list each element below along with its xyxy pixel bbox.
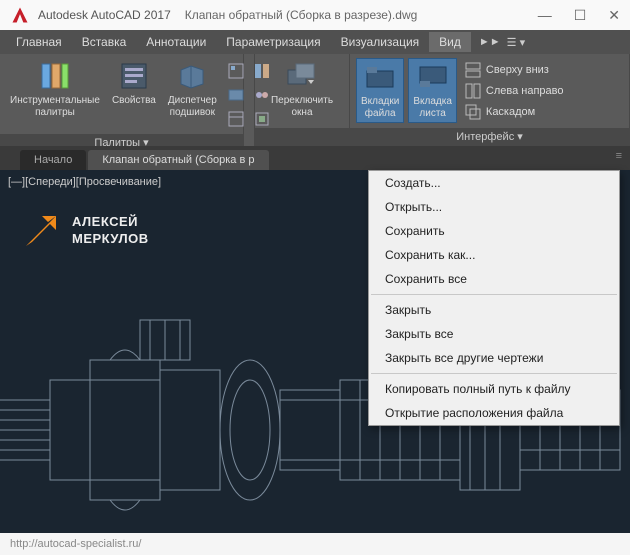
small-btn-2[interactable] <box>225 84 247 106</box>
app-logo-icon <box>10 5 30 25</box>
titlebar: Autodesk AutoCAD 2017 Клапан обратный (С… <box>0 0 630 30</box>
chevron-down-icon: ▾ <box>517 128 523 146</box>
properties-button[interactable]: Свойства <box>108 58 160 109</box>
ribbon-tabs: Главная Вставка Аннотации Параметризация… <box>0 30 630 54</box>
app-name: Autodesk AutoCAD 2017 <box>38 8 171 22</box>
cascade[interactable]: Каскадом <box>461 102 568 122</box>
layout-tab-icon <box>417 61 449 93</box>
separator <box>371 294 617 295</box>
properties-icon <box>118 60 150 92</box>
layout-tab-button[interactable]: Вкладка листа <box>408 58 457 123</box>
ctx-close-all[interactable]: Закрыть все <box>369 322 619 346</box>
watermark: АЛЕКСЕЙ МЕРКУЛОВ <box>20 210 149 252</box>
tool-palettes-button[interactable]: Инструментальные палитры <box>6 58 104 121</box>
sheetset-icon <box>176 60 208 92</box>
ctx-open[interactable]: Открыть... <box>369 195 619 219</box>
small-btn-1[interactable] <box>225 60 247 82</box>
doc-tab-current[interactable]: Клапан обратный (Сборка в р <box>88 150 268 170</box>
maximize-button[interactable]: ☐ <box>574 7 587 24</box>
tab-home[interactable]: Главная <box>6 32 72 52</box>
play-icon[interactable]: ►► <box>479 36 501 48</box>
tile-options: Сверху вниз Слева направо Каскадом <box>461 58 568 122</box>
panel-windows: Переключить окна <box>254 54 350 146</box>
separator <box>371 373 617 374</box>
ribbon: Инструментальные палитры Свойства Диспет… <box>0 54 630 146</box>
tab-menu-icon[interactable]: ≡ <box>616 150 622 162</box>
ctx-copy-path[interactable]: Копировать полный путь к файлу <box>369 377 619 401</box>
document-filename: Клапан обратный (Сборка в разрезе).dwg <box>185 8 418 22</box>
minimize-button[interactable]: — <box>538 7 552 24</box>
panel-palettes: Инструментальные палитры Свойства Диспет… <box>0 54 244 146</box>
file-tabs-icon <box>364 61 396 93</box>
ctx-save-as[interactable]: Сохранить как... <box>369 243 619 267</box>
window-controls: — ☐ ✕ <box>538 7 620 24</box>
tile-horizontal[interactable]: Сверху вниз <box>461 60 568 80</box>
small-btn-3[interactable] <box>225 108 247 130</box>
tab-insert[interactable]: Вставка <box>72 32 137 52</box>
file-tabs-button[interactable]: Вкладки файла <box>356 58 404 123</box>
ctx-close[interactable]: Закрыть <box>369 298 619 322</box>
doc-tab-start[interactable]: Начало <box>20 150 86 170</box>
ctx-open-location[interactable]: Открытие расположения файла <box>369 401 619 425</box>
watermark-text: АЛЕКСЕЙ МЕРКУЛОВ <box>72 214 149 248</box>
view-label[interactable]: [—][Спереди][Просвечивание] <box>8 176 161 188</box>
switch-windows-button[interactable]: Переключить окна <box>267 58 337 121</box>
tab-parametric[interactable]: Параметризация <box>216 32 330 52</box>
footer: http://autocad-specialist.ru/ <box>0 533 630 555</box>
panel-title-interface[interactable]: Интерфейс▾ <box>350 128 629 146</box>
close-button[interactable]: ✕ <box>608 7 620 24</box>
document-tabs: Начало Клапан обратный (Сборка в р ≡ <box>0 146 630 170</box>
tab-context-menu: Создать... Открыть... Сохранить Сохранит… <box>368 170 620 426</box>
tab-annotations[interactable]: Аннотации <box>136 32 216 52</box>
panel-interface: Вкладки файла Вкладка листа Сверху вниз … <box>350 54 630 146</box>
small-buttons-col <box>225 58 247 130</box>
tab-visualization[interactable]: Визуализация <box>331 32 430 52</box>
ctx-save-all[interactable]: Сохранить все <box>369 267 619 291</box>
panel-title-empty <box>255 128 349 146</box>
ctx-close-others[interactable]: Закрыть все другие чертежи <box>369 346 619 370</box>
cascade-icon <box>465 104 481 120</box>
expand-icon[interactable]: ☰ ▾ <box>507 36 525 49</box>
footer-url: http://autocad-specialist.ru/ <box>10 538 141 550</box>
tile-v-icon <box>465 83 481 99</box>
sheetset-manager-button[interactable]: Диспетчер подшивок <box>164 58 221 121</box>
switch-windows-icon <box>286 60 318 92</box>
tile-vertical[interactable]: Слева направо <box>461 81 568 101</box>
ctx-create[interactable]: Создать... <box>369 171 619 195</box>
ribbon-extras: ►► ☰ ▾ <box>479 36 525 49</box>
tile-h-icon <box>465 62 481 78</box>
watermark-arrow-icon <box>20 210 62 252</box>
tab-view[interactable]: Вид <box>429 32 471 52</box>
ctx-save[interactable]: Сохранить <box>369 219 619 243</box>
palettes-icon <box>39 60 71 92</box>
